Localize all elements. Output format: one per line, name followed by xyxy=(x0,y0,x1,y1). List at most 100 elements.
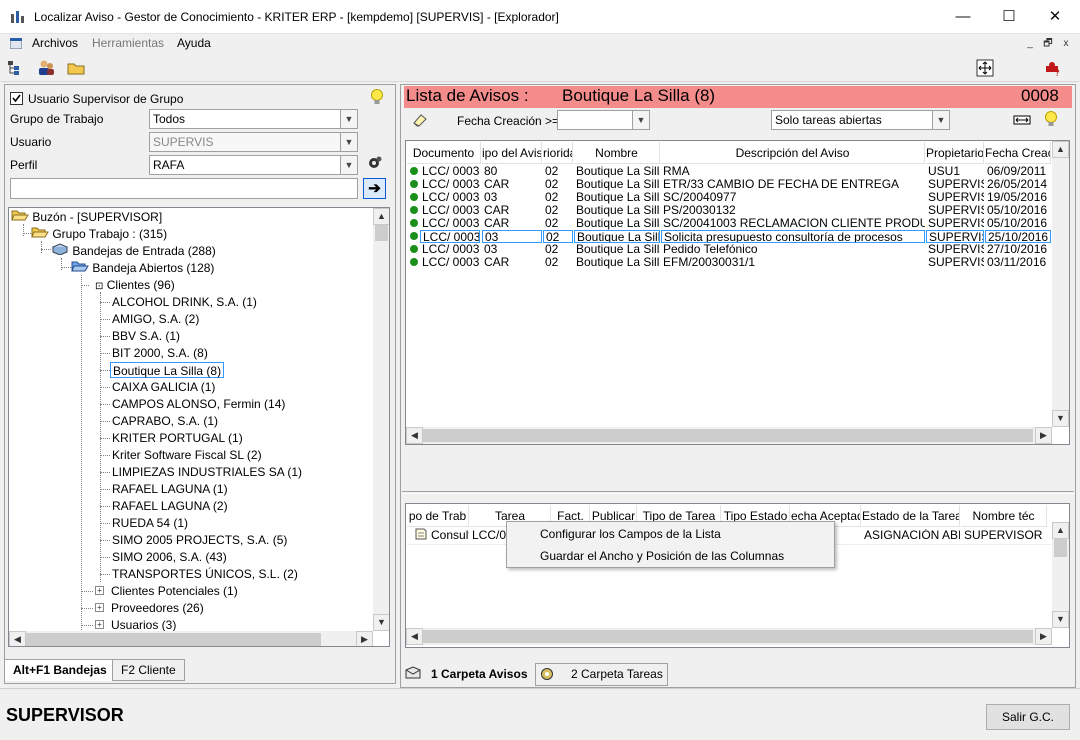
aviso-cell[interactable]: 03 xyxy=(482,243,542,256)
scroll-thumb[interactable] xyxy=(423,429,1033,442)
aviso-cell[interactable]: 02 xyxy=(543,256,573,269)
eraser-icon[interactable] xyxy=(412,113,428,127)
tasks-hscroll[interactable]: ◀ ▶ xyxy=(406,628,1052,645)
users-icon[interactable] xyxy=(37,59,55,77)
tree-client-item[interactable]: Boutique La Silla (8) xyxy=(110,362,225,378)
col-prioridad[interactable]: riorida xyxy=(543,142,573,164)
aviso-cell[interactable]: Boutique La Silla xyxy=(574,191,660,204)
task-id-cell[interactable]: LCC/00 xyxy=(470,529,510,542)
resize-columns-icon[interactable] xyxy=(1013,114,1031,126)
aviso-cell[interactable]: LCC/ 00035 xyxy=(420,230,480,243)
filter-select[interactable]: Solo tareas abiertas ▼ xyxy=(771,110,950,130)
tab-cliente[interactable]: F2 Cliente xyxy=(112,659,185,681)
scroll-up-icon[interactable]: ▲ xyxy=(373,208,389,225)
aviso-cell[interactable]: 02 xyxy=(543,243,573,256)
maximize-button[interactable]: ☐ xyxy=(986,0,1032,34)
tree-client-item[interactable]: LIMPIEZAS INDUSTRIALES SA (1) xyxy=(112,464,302,480)
mdi-window-icon[interactable] xyxy=(9,37,23,50)
aviso-cell[interactable]: LCC/ 00035 xyxy=(420,217,480,230)
menu-ayuda[interactable]: Ayuda xyxy=(177,36,211,50)
close-button[interactable]: ✕ xyxy=(1032,0,1078,34)
tree-client-item[interactable]: Kriter Software Fiscal SL (2) xyxy=(112,447,262,463)
folder-icon[interactable] xyxy=(67,59,85,77)
perfil-select[interactable]: RAFA ▼ xyxy=(149,155,358,175)
tree-grupo[interactable]: Grupo Trabajo : (315) xyxy=(31,226,167,242)
aviso-cell[interactable]: 06/09/2011 xyxy=(985,165,1051,178)
col-tipo-aviso[interactable]: ipo del Avis xyxy=(482,142,542,164)
tree-client-item[interactable]: AMIGO, S.A. (2) xyxy=(112,311,199,327)
tree-client-item[interactable]: TRANSPORTES ÚNICOS, S.L. (2) xyxy=(112,566,298,582)
aviso-cell[interactable]: LCC/ 00036 xyxy=(420,243,480,256)
help-icon[interactable]: ? xyxy=(1044,59,1062,79)
aviso-cell[interactable]: EFM/20030031/1 xyxy=(661,256,925,269)
search-input[interactable] xyxy=(10,178,358,199)
scroll-down-icon[interactable]: ▼ xyxy=(1052,611,1069,628)
aviso-cell[interactable]: Boutique La Silla xyxy=(574,217,660,230)
menu-archivos[interactable]: Archivos xyxy=(32,36,78,50)
aviso-cell[interactable]: CAR xyxy=(482,204,542,217)
tree-potenciales[interactable]: Clientes Potenciales (1) xyxy=(111,583,238,599)
aviso-cell[interactable]: Boutique La Silla xyxy=(574,256,660,269)
scroll-right-icon[interactable]: ▶ xyxy=(356,631,373,646)
tab-carpeta-avisos[interactable]: 1 Carpeta Avisos xyxy=(431,662,528,686)
minimize-button[interactable]: — xyxy=(940,0,986,34)
grupo-select[interactable]: Todos ▼ xyxy=(149,109,358,129)
aviso-cell[interactable]: USU1 xyxy=(926,165,984,178)
aviso-cell[interactable]: 02 xyxy=(543,178,573,191)
aviso-cell[interactable]: 80 xyxy=(482,165,542,178)
tree-client-item[interactable]: BBV S.A. (1) xyxy=(112,328,180,344)
tree-client-item[interactable]: ALCOHOL DRINK, S.A. (1) xyxy=(112,294,257,310)
tree-view-icon[interactable] xyxy=(6,59,24,77)
aviso-cell[interactable]: 02 xyxy=(543,230,573,243)
aviso-cell[interactable]: LCC/ 00033 xyxy=(420,165,480,178)
aviso-cell[interactable]: SC/20040977 xyxy=(661,191,925,204)
task-state-cell[interactable]: ASIGNACIÓN ABIEF xyxy=(862,529,960,542)
chevron-down-icon[interactable]: ▼ xyxy=(932,111,949,129)
scroll-left-icon[interactable]: ◀ xyxy=(406,628,423,645)
aviso-cell[interactable]: Solicita presupuesto consultoría de proc… xyxy=(661,230,925,243)
aviso-cell[interactable]: Pedido Telefónico xyxy=(661,243,925,256)
aviso-cell[interactable]: RMA xyxy=(661,165,925,178)
aviso-cell[interactable]: Boutique La Silla xyxy=(574,243,660,256)
scroll-thumb[interactable] xyxy=(375,225,388,241)
chevron-down-icon[interactable]: ▼ xyxy=(340,110,357,128)
tree-client-item[interactable]: CAMPOS ALONSO, Fermin (14) xyxy=(112,396,285,412)
exit-button[interactable]: Salir G.C. xyxy=(986,704,1070,730)
mdi-close-button[interactable]: x xyxy=(1058,37,1074,51)
col-propietario[interactable]: Propietario xyxy=(926,142,984,164)
expand-icon[interactable]: + xyxy=(95,586,104,595)
usuario-select[interactable]: SUPERVIS ▼ xyxy=(149,132,358,152)
scroll-left-icon[interactable]: ◀ xyxy=(406,427,423,444)
chevron-down-icon[interactable]: ▼ xyxy=(632,111,649,129)
tree-client-item[interactable]: RAFAEL LAGUNA (2) xyxy=(112,498,228,514)
scroll-thumb[interactable] xyxy=(26,633,321,646)
task-type-cell[interactable]: Consult xyxy=(429,529,469,542)
mdi-restore-button[interactable]: 🗗 xyxy=(1040,37,1056,51)
aviso-cell[interactable]: 03 xyxy=(482,191,542,204)
aviso-cell[interactable]: 02 xyxy=(543,217,573,230)
tree-buzon[interactable]: Buzón - [SUPERVISOR] xyxy=(11,209,162,225)
scroll-up-icon[interactable]: ▲ xyxy=(1052,522,1069,539)
aviso-cell[interactable]: 26/05/2014 xyxy=(985,178,1051,191)
col-documento[interactable]: Documento xyxy=(407,142,481,164)
aviso-cell[interactable]: SC/20041003 RECLAMACION CLIENTE PRODUCTO xyxy=(661,217,925,230)
scroll-down-icon[interactable]: ▼ xyxy=(1052,410,1069,427)
tree-proveedores[interactable]: Proveedores (26) xyxy=(111,600,204,616)
aviso-cell[interactable]: Boutique La Silla xyxy=(574,204,660,217)
aviso-cell[interactable]: LCC/ 00034 xyxy=(420,178,480,191)
grid-hscroll[interactable]: ◀ ▶ xyxy=(406,427,1052,444)
expander-icon[interactable]: ⊡ xyxy=(95,281,103,292)
aviso-cell[interactable]: SUPERVIS xyxy=(926,256,984,269)
tasks-vscroll[interactable]: ▲ ▼ xyxy=(1052,522,1069,628)
aviso-cell[interactable]: Boutique La Silla xyxy=(574,178,660,191)
mdi-minimize-button[interactable]: _ xyxy=(1022,37,1038,51)
aviso-cell[interactable]: SUPERVIS xyxy=(926,178,984,191)
scroll-thumb[interactable] xyxy=(423,630,1033,643)
menu-configure-columns[interactable]: Configurar los Campos de la Lista xyxy=(540,527,721,541)
go-button[interactable]: ➔ xyxy=(363,178,386,199)
aviso-cell[interactable]: SUPERVIS xyxy=(926,243,984,256)
tree-client-item[interactable]: RAFAEL LAGUNA (1) xyxy=(112,481,228,497)
aviso-cell[interactable]: LCC/ 00036 xyxy=(420,256,480,269)
tree-hscroll[interactable]: ◀ ▶ xyxy=(9,631,373,646)
menu-save-column-layout[interactable]: Guardar el Ancho y Posición de las Colum… xyxy=(540,549,784,563)
